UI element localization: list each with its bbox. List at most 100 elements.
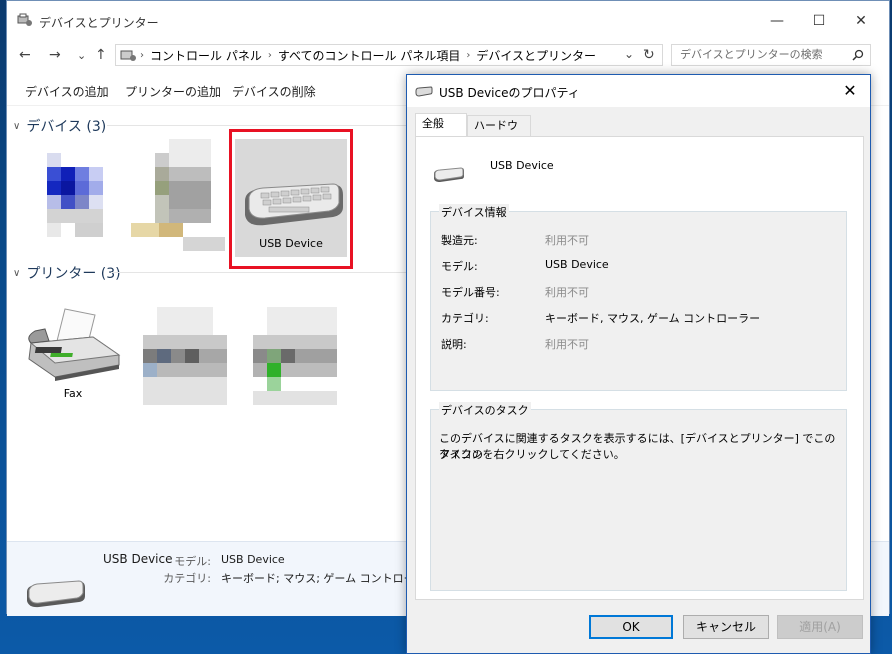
pixelated-label	[253, 391, 337, 405]
pixelated-icon	[267, 307, 337, 335]
keyboard-device-icon	[434, 167, 464, 182]
pixelated-icon	[47, 181, 61, 195]
pixelated-icon	[169, 139, 211, 167]
pixelated-icon	[169, 167, 211, 181]
close-button[interactable]: ✕	[839, 7, 883, 35]
pixelated-icon	[171, 349, 185, 363]
printer-tile-blurred-2[interactable]	[239, 307, 351, 417]
tab-hardware[interactable]: ハードウェア	[467, 115, 531, 152]
breadcrumb-control-panel[interactable]: コントロール パネル	[150, 47, 262, 64]
pixelated-icon	[47, 195, 61, 209]
printers-group-label: プリンター (3)	[26, 266, 121, 282]
dialog-title-bar: USB Deviceのプロパティ ✕	[407, 75, 870, 107]
apply-button[interactable]: 適用(A)	[777, 615, 863, 639]
collapse-chevron-icon[interactable]: ∨	[13, 121, 20, 132]
tab-general[interactable]: 全般	[415, 113, 467, 137]
printers-group-header[interactable]: ∨ プリンター (3)	[13, 263, 121, 283]
ok-button[interactable]: OK	[589, 615, 673, 639]
minimize-button[interactable]: —	[755, 7, 799, 35]
dialog-close-button[interactable]: ✕	[838, 79, 862, 103]
pixelated-icon	[253, 349, 267, 363]
title-bar: デバイスとプリンター — ☐ ✕	[7, 1, 889, 39]
search-input[interactable]: デバイスとプリンターの検索	[671, 44, 871, 66]
window-title: デバイスとプリンター	[39, 16, 159, 30]
pixelated-icon	[61, 195, 75, 209]
address-bar[interactable]: › コントロール パネル › すべてのコントロール パネル項目 › デバイスとプ…	[115, 44, 663, 66]
devices-group-header[interactable]: ∨ デバイス (3)	[13, 116, 106, 136]
address-dropdown-icon[interactable]: ⌄	[624, 47, 634, 61]
fax-label: Fax	[63, 387, 83, 400]
pixelated-label	[47, 223, 61, 237]
category-label: カテゴリ:	[441, 312, 489, 325]
cancel-button[interactable]: キャンセル	[683, 615, 769, 639]
back-button[interactable]: ←	[19, 47, 31, 63]
breadcrumb-devices-printers[interactable]: デバイスとプリンター	[476, 47, 596, 64]
pixelated-icon	[295, 349, 337, 363]
category-value: キーボード, マウス, ゲーム コントローラー	[545, 312, 761, 325]
address-row: ← → ⌄ ↑ › コントロール パネル › すべてのコントロール パネル項目 …	[7, 41, 889, 71]
pixelated-icon	[157, 349, 171, 363]
up-button[interactable]: ↑	[95, 47, 107, 63]
control-panel-icon	[120, 50, 136, 61]
usb-device-properties-dialog: USB Deviceのプロパティ ✕ 全般 ハードウェア USB Device …	[406, 74, 871, 654]
keyboard-device-icon	[27, 580, 85, 608]
pixelated-icon	[281, 363, 337, 377]
add-device-button[interactable]: デバイスの追加	[25, 83, 109, 100]
model-number-value: 利用不可	[545, 286, 589, 299]
forward-button[interactable]: →	[49, 47, 61, 63]
description-label: 説明:	[441, 338, 467, 351]
dialog-title: USB Deviceのプロパティ	[439, 86, 580, 100]
printer-tile-blurred-1[interactable]	[129, 307, 241, 417]
device-tasks-text-line-2: アイコンを右クリックしてください。	[439, 448, 625, 461]
fax-icon	[28, 308, 121, 381]
model-value: USB Device	[545, 258, 609, 271]
pixelated-icon	[155, 195, 169, 223]
keyboard-device-icon	[415, 86, 433, 97]
pixelated-icon	[47, 153, 61, 167]
general-tab-panel: USB Device デバイス情報 製造元: 利用不可 モデル: USB Dev…	[415, 136, 864, 600]
breadcrumb-separator-icon: ›	[267, 49, 272, 61]
pixelated-icon	[253, 335, 337, 349]
device-tasks-group: デバイスのタスク このデバイスに関連するタスクを表示するには、[デバイスとプリン…	[430, 402, 847, 591]
manufacturer-label: 製造元:	[441, 234, 478, 247]
search-icon[interactable]	[852, 49, 864, 61]
device-info-legend: デバイス情報	[439, 204, 509, 220]
pixelated-icon	[157, 363, 227, 377]
details-category-label: カテゴリ:	[163, 572, 211, 585]
pixelated-icon	[159, 223, 183, 237]
pixelated-icon	[131, 223, 159, 237]
model-number-label: モデル番号:	[441, 286, 500, 299]
breadcrumb-separator-icon: ›	[466, 49, 471, 61]
remove-device-button[interactable]: デバイスの削除	[232, 83, 316, 100]
add-printer-button[interactable]: プリンターの追加	[125, 83, 221, 100]
pixelated-icon	[169, 209, 211, 223]
device-tile-blurred-1[interactable]	[35, 139, 115, 254]
pixelated-icon	[61, 181, 75, 195]
recent-dropdown-icon[interactable]: ⌄	[77, 49, 86, 62]
model-label: モデル:	[441, 260, 478, 273]
breadcrumb-separator-icon: ›	[140, 49, 144, 61]
pixelated-icon	[155, 181, 169, 195]
refresh-button[interactable]: ↻	[643, 47, 655, 63]
pixelated-icon	[253, 363, 267, 377]
pixelated-icon	[267, 363, 281, 377]
pixelated-icon	[199, 349, 227, 363]
pixelated-icon	[89, 167, 103, 181]
selection-highlight	[229, 129, 353, 269]
maximize-button[interactable]: ☐	[797, 7, 841, 35]
pixelated-icon	[169, 181, 211, 209]
search-placeholder: デバイスとプリンターの検索	[680, 48, 823, 61]
printer-tile-fax[interactable]: Fax	[23, 303, 123, 407]
manufacturer-value: 利用不可	[545, 234, 589, 247]
pixelated-icon	[155, 153, 169, 167]
pixelated-icon	[61, 167, 75, 181]
device-tile-blurred-2[interactable]	[127, 139, 227, 254]
pixelated-icon	[75, 167, 89, 181]
device-info-group: デバイス情報 製造元: 利用不可 モデル: USB Device モデル番号: …	[430, 204, 847, 391]
breadcrumb-all-items[interactable]: すべてのコントロール パネル項目	[278, 47, 461, 64]
pixelated-icon	[89, 195, 103, 209]
pixelated-label	[183, 237, 225, 251]
collapse-chevron-icon[interactable]: ∨	[13, 268, 20, 279]
pixelated-icon	[75, 195, 89, 209]
details-model-label: モデル:	[174, 555, 211, 568]
